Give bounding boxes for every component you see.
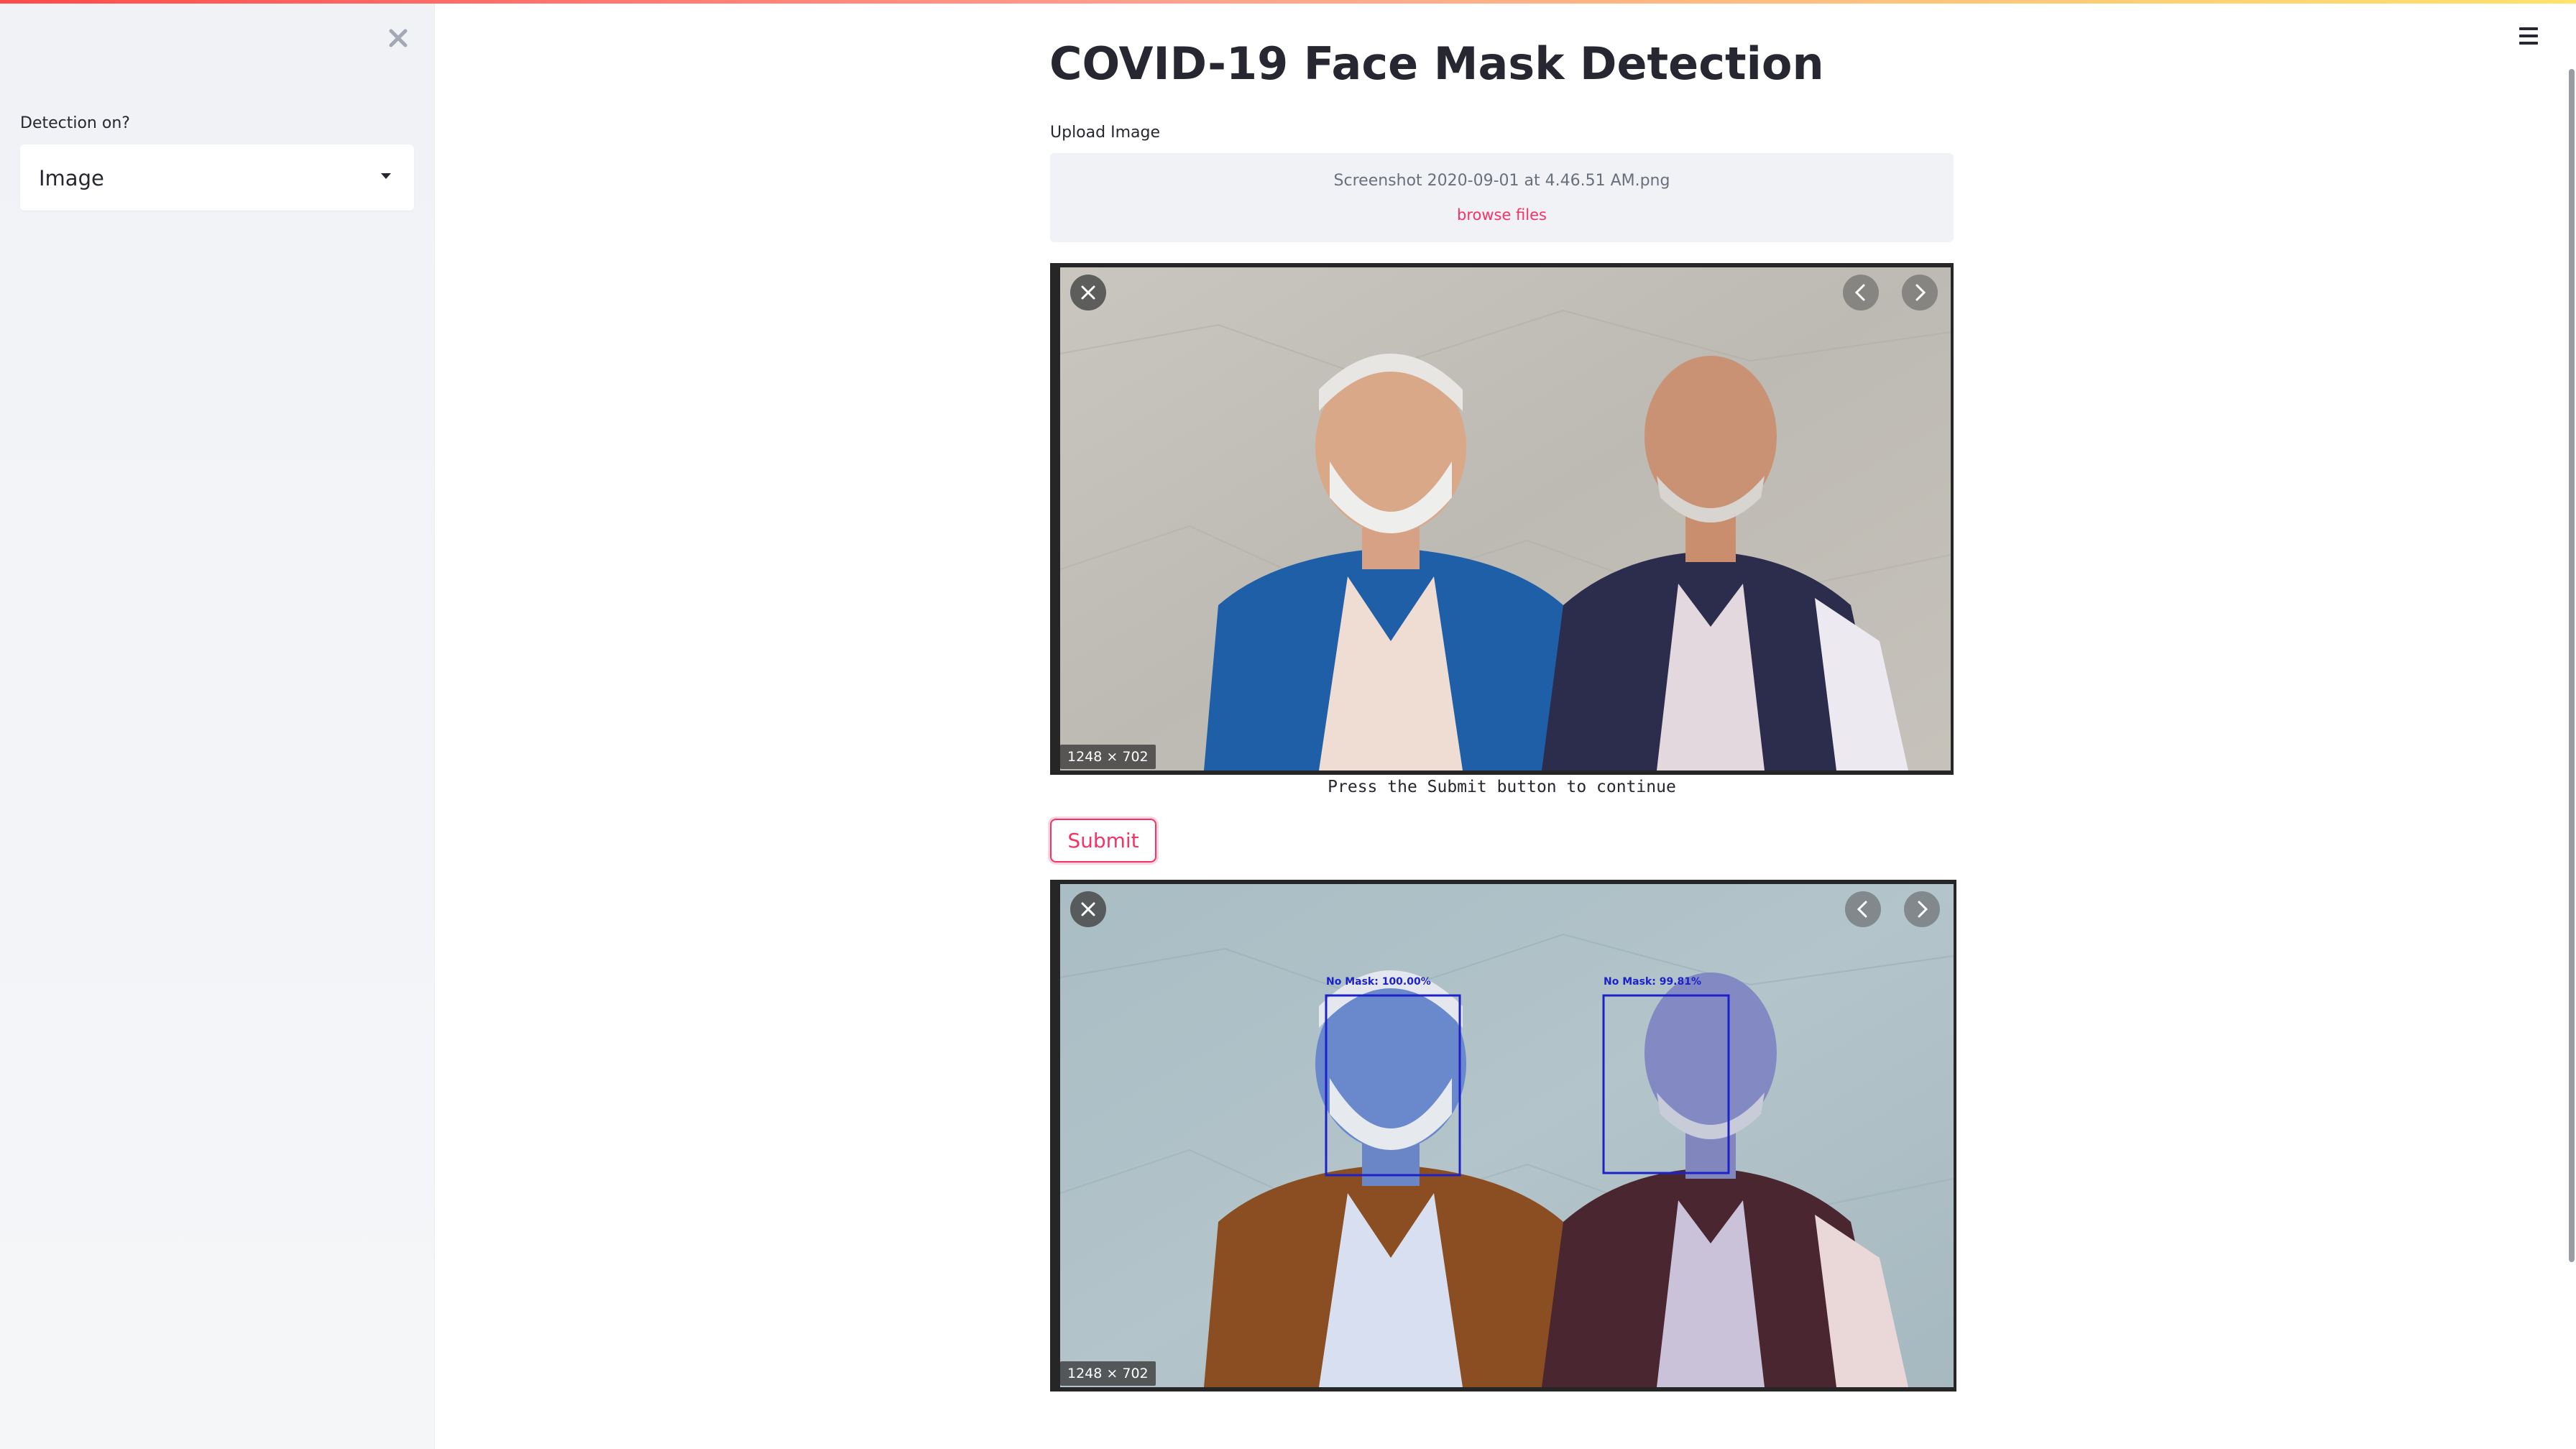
uploaded-file-name: Screenshot 2020-09-01 at 4.46.51 AM.png [1333,172,1670,190]
detection-select-value: Image [39,166,104,190]
output-photo [1060,884,1954,1387]
detection-label: No Mask: 99.81% [1604,976,1702,988]
chevron-down-icon [381,173,391,179]
browse-files-link[interactable]: browse files [1050,206,1954,224]
next-image-icon[interactable] [1902,275,1938,310]
detection-select[interactable]: Image [20,144,414,211]
close-viewer-icon[interactable] [1070,275,1106,310]
submit-button[interactable]: Submit [1050,819,1156,862]
previous-image-icon[interactable] [1845,891,1881,927]
upload-label: Upload Image [1050,124,1160,142]
image-dimensions-badge: 1248 × 702 [1060,745,1156,769]
scrollbar[interactable] [2569,69,2575,1262]
hamburger-menu-icon[interactable] [2519,27,2541,46]
close-viewer-icon[interactable] [1070,891,1106,927]
close-sidebar-icon[interactable] [384,24,413,52]
image-dimensions-badge: 1248 × 702 [1060,1361,1156,1386]
sidebar: Detection on? Image [0,4,435,1449]
detection-label: No Mask: 100.00% [1326,976,1431,988]
output-image-viewer: No Mask: 100.00% No Mask: 99.81% 1248 × … [1050,880,1956,1392]
file-dropzone[interactable]: Screenshot 2020-09-01 at 4.46.51 AM.png … [1050,153,1954,242]
input-photo [1060,267,1951,770]
input-image-viewer: 1248 × 702 [1050,263,1954,775]
next-image-icon[interactable] [1904,891,1940,927]
page-title: COVID-19 Face Mask Detection [1049,37,1824,90]
previous-image-icon[interactable] [1843,275,1879,310]
image-caption: Press the Submit button to continue [1328,778,1676,796]
detection-select-label: Detection on? [20,114,130,132]
